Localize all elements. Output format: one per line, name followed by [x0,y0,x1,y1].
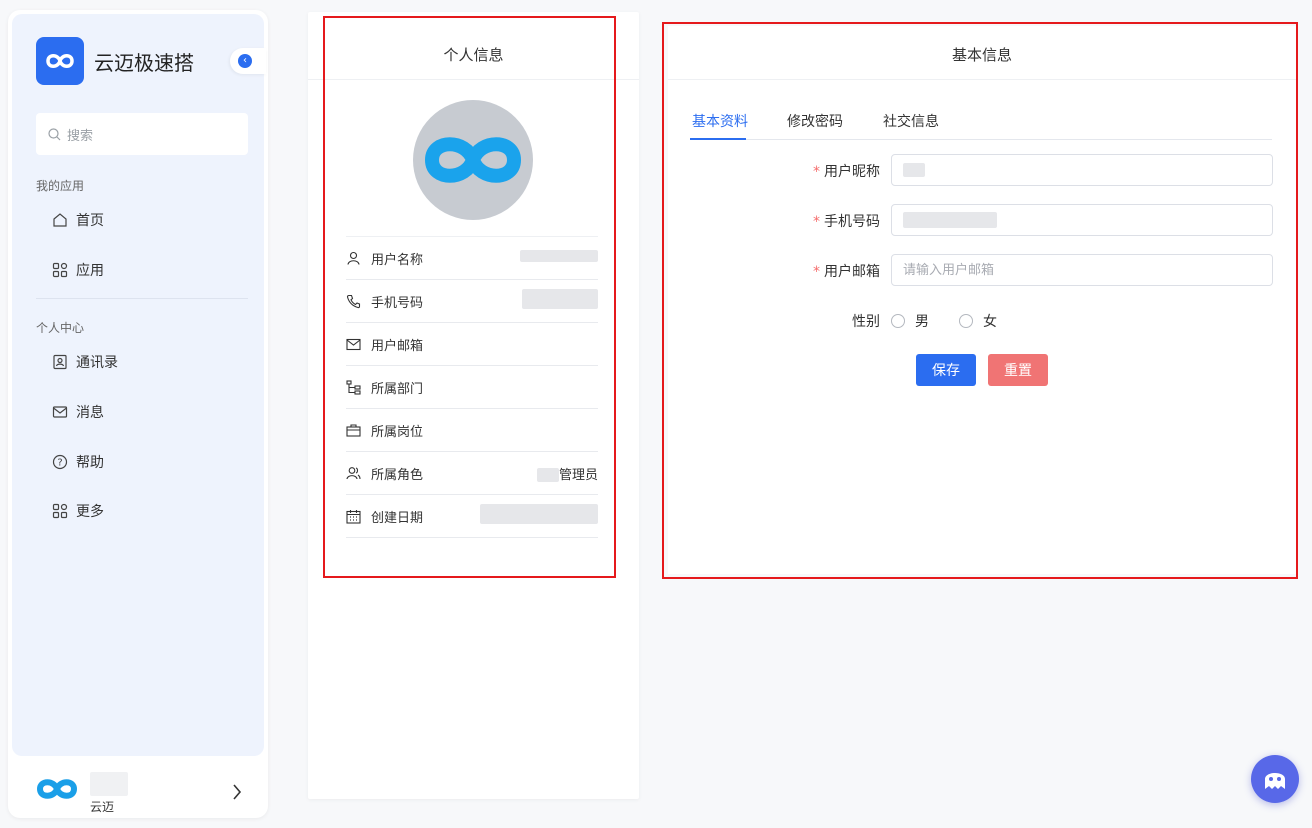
gender-male-label: 男 [915,314,929,330]
phone-icon [346,294,361,308]
title-divider [668,79,1296,80]
department-tree-icon [346,379,361,395]
search-icon [48,127,61,140]
search-placeholder: 搜索 [67,128,94,144]
mail-icon [52,406,68,418]
sidebar-item-contacts[interactable]: 通讯录 [52,352,118,372]
save-button[interactable]: 保存 [916,354,976,386]
sidebar-panel: 云迈极速搭 搜索 我的应用 首页 应用 个人中心 通讯录 消息 ? 帮助 更多 [12,14,264,756]
info-row-created: 创建日期 [346,495,598,538]
contacts-icon [53,354,67,370]
sidebar-item-label: 帮助 [76,455,104,471]
phone-label: * 手机号码 [813,214,880,230]
sidebar-item-label: 消息 [76,405,104,421]
tab-bar: 基本资料 修改密码 社交信息 [690,102,1272,140]
briefcase-icon [346,423,361,437]
reset-button[interactable]: 重置 [988,354,1048,386]
ghost-bot-icon [1265,773,1285,789]
info-label: 创建日期 [371,510,424,526]
email-icon [346,338,361,350]
chevron-right-icon [233,784,242,800]
gender-male-radio[interactable]: 男 [891,311,929,331]
tab-social-info[interactable]: 社交信息 [883,111,939,131]
sidebar-collapse-button[interactable]: ‹ [230,48,266,74]
assistant-float-button[interactable] [1251,755,1299,803]
home-icon [53,213,67,227]
sidebar-item-label: 首页 [76,213,104,229]
gender-female-label: 女 [983,314,997,330]
calendar-icon [346,509,361,524]
role-users-icon [346,466,361,479]
role-text: 管理员 [558,467,598,483]
sidebar-item-more[interactable]: 更多 [52,501,104,521]
phone-label-text: 手机号码 [824,214,880,230]
info-row-position: 所属岗位 [346,409,598,452]
email-label-text: 用户邮箱 [824,264,880,280]
tab-change-password[interactable]: 修改密码 [787,111,843,131]
role-value: 管理员 [536,464,598,483]
user-profile-button[interactable]: 云迈 [32,772,252,814]
username-value [520,250,598,266]
sidebar-item-apps[interactable]: 应用 [52,260,104,280]
info-row-email: 用户邮箱 [346,323,598,366]
avatar [36,779,78,799]
user-icon [347,251,360,265]
info-label: 用户邮箱 [371,338,424,354]
nickname-field[interactable] [891,154,1273,186]
apps-grid-icon [52,262,68,278]
radio-circle [959,314,973,328]
user-name-redacted [90,772,128,796]
brand-logo-icon [424,137,522,183]
sidebar-item-home[interactable]: 首页 [52,210,104,230]
info-label: 用户名称 [371,252,424,268]
tab-basic-profile[interactable]: 基本资料 [692,111,748,131]
search-input[interactable]: 搜索 [36,113,248,155]
personal-info-card: 个人信息 用户名称 手机号码 用户邮箱 所属部门 所属岗位 所属角色 管理员 创… [308,12,639,799]
sidebar-item-messages[interactable]: 消息 [52,402,104,422]
nickname-label-text: 用户昵称 [824,164,880,180]
sidebar-item-label: 更多 [76,504,104,520]
radio-circle [891,314,905,328]
email-label: * 用户邮箱 [813,264,880,280]
info-label: 所属岗位 [371,424,424,440]
section-my-apps: 我的应用 [36,179,85,193]
phone-value [522,289,598,313]
app-name: 云迈极速搭 [94,50,194,75]
active-tab-indicator [690,138,746,140]
svg-text:?: ? [57,458,62,469]
section-personal-center: 个人中心 [36,321,85,335]
info-row-role: 所属角色 管理员 [346,452,598,495]
more-grid-icon [52,503,68,519]
basic-info-card: 基本信息 基本资料 修改密码 社交信息 *用户昵称 *手机号码 *用户邮箱 性别… [668,26,1296,574]
personal-info-title: 个人信息 [443,46,504,64]
info-row-username: 用户名称 [346,237,598,280]
user-name: 云迈 [90,800,115,814]
gender-label: 性别 [852,314,880,330]
sidebar-item-label: 通讯录 [76,355,118,371]
created-date-value [480,504,598,528]
help-icon: ? [52,454,68,470]
info-label: 所属部门 [371,381,424,397]
info-label: 手机号码 [371,295,424,311]
sidebar: 云迈极速搭 搜索 我的应用 首页 应用 个人中心 通讯录 消息 ? 帮助 更多 … [8,10,268,818]
app-logo [36,37,84,85]
info-label: 所属角色 [371,467,424,483]
sidebar-item-help[interactable]: ? 帮助 [52,452,104,472]
email-field[interactable] [891,254,1273,286]
app-logo-row[interactable]: 云迈极速搭 [36,37,194,85]
info-row-department: 所属部门 [346,366,598,409]
avatar[interactable] [413,100,533,220]
nickname-label: * 用户昵称 [813,164,880,180]
basic-info-title: 基本信息 [951,46,1012,64]
info-row-phone: 手机号码 [346,280,598,323]
chevron-left-icon: ‹ [238,54,252,68]
phone-field[interactable] [891,204,1273,236]
sidebar-divider [36,298,248,299]
title-divider [308,79,639,80]
sidebar-item-label: 应用 [76,263,104,279]
gender-female-radio[interactable]: 女 [959,311,997,331]
